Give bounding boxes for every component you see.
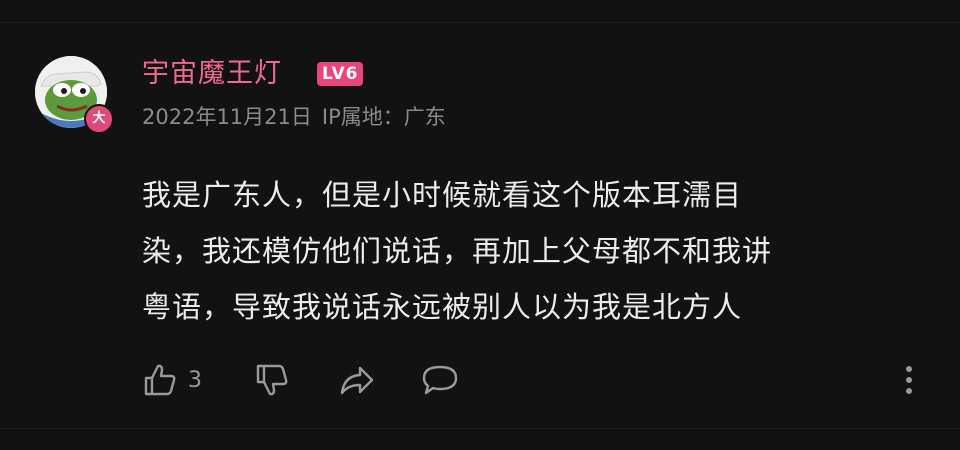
dislike-button[interactable] <box>254 360 290 400</box>
comment-body: 我是广东人，但是小时候就看这个版本耳濡目 染，我还模仿他们说话，再加上父母都不和… <box>142 167 912 335</box>
share-button[interactable] <box>338 360 376 400</box>
reply-button[interactable] <box>420 360 460 400</box>
action-bar: 3 <box>142 360 932 400</box>
comment-line: 染，我还模仿他们说话，再加上父母都不和我讲 <box>142 234 773 268</box>
thumbs-down-icon <box>256 364 288 396</box>
comment-line: 我是广东人，但是小时候就看这个版本耳濡目 <box>142 178 743 212</box>
comment-line: 粤语，导致我说话永远被别人以为我是北方人 <box>142 290 743 324</box>
comment-date: 2022年11月21日 <box>142 105 312 129</box>
share-icon <box>340 366 374 395</box>
thumbs-up-icon <box>144 364 176 396</box>
username[interactable]: 宇宙魔王灯 <box>142 56 282 92</box>
like-button[interactable]: 3 <box>142 360 202 400</box>
ip-location: IP属地：广东 <box>321 105 446 129</box>
level-badge: LV6 <box>317 62 364 86</box>
top-divider <box>0 22 960 23</box>
vip-badge: 大 <box>84 104 114 134</box>
more-vertical-icon <box>906 366 912 394</box>
comment-meta: 2022年11月21日 IP属地：广东 <box>142 102 446 132</box>
more-button[interactable] <box>902 362 916 398</box>
bottom-divider <box>0 428 960 429</box>
like-count: 3 <box>188 367 202 393</box>
reply-icon <box>422 365 458 395</box>
